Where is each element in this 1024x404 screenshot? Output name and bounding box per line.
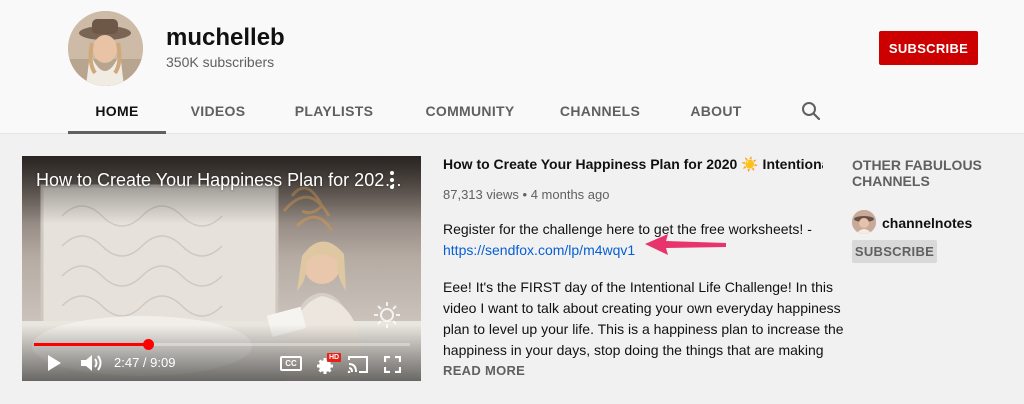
- description-line: video I want to talk about creating your…: [443, 300, 841, 316]
- time-display: 2:47 / 9:09: [114, 355, 176, 370]
- channel-header: muchelleb 350K subscribers SUBSCRIBE HOM…: [0, 0, 1024, 134]
- upload-age: 4 months ago: [530, 187, 610, 202]
- description-line: Eee! It's the FIRST day of the Intention…: [443, 279, 833, 295]
- captions-icon[interactable]: CC: [280, 356, 302, 371]
- description-link-line: https://sendfox.com/lp/m4wqv1: [443, 240, 635, 261]
- featured-channel-name[interactable]: channelnotes: [882, 215, 972, 231]
- tab-playlists[interactable]: PLAYLISTS: [292, 88, 376, 134]
- view-count: 87,313 views: [443, 187, 519, 202]
- tab-community[interactable]: COMMUNITY: [420, 88, 520, 134]
- video-title[interactable]: How to Create Your Happiness Plan for 20…: [443, 156, 823, 173]
- progress-fill: [34, 343, 148, 346]
- description-line: happiness in your days, stop doing the t…: [443, 342, 824, 358]
- progress-bar[interactable]: [34, 339, 410, 350]
- channelnotes-avatar[interactable]: [852, 210, 876, 234]
- tab-channels[interactable]: CHANNELS: [558, 88, 642, 134]
- tab-about[interactable]: ABOUT: [686, 88, 746, 134]
- description-line: plan to level up your life. This is a ha…: [443, 321, 844, 337]
- stats-separator: •: [522, 187, 528, 202]
- cast-icon[interactable]: [347, 356, 369, 373]
- volume-icon[interactable]: [80, 354, 104, 372]
- player-title: How to Create Your Happiness Plan for 20…: [36, 170, 403, 190]
- subscribe-button[interactable]: SUBSCRIBE: [879, 31, 978, 65]
- featured-subscribe-button[interactable]: SUBSCRIBE: [852, 240, 937, 263]
- video-player[interactable]: How to Create Your Happiness Plan for 20…: [22, 156, 421, 381]
- tab-home[interactable]: HOME: [68, 88, 166, 134]
- description-line: Register for the challenge here to get t…: [443, 221, 812, 237]
- video-stats: 87,313 views • 4 months ago: [443, 187, 609, 202]
- scrubber-handle[interactable]: [143, 339, 154, 350]
- worksheet-link[interactable]: https://sendfox.com/lp/m4wqv1: [443, 242, 635, 258]
- play-icon[interactable]: [46, 354, 62, 372]
- subscriber-count: 350K subscribers: [166, 54, 275, 70]
- tab-videos[interactable]: VIDEOS: [184, 88, 252, 134]
- hd-badge: HD: [327, 353, 341, 362]
- brightness-icon: [374, 302, 400, 328]
- fullscreen-icon[interactable]: [384, 356, 401, 373]
- annotation-arrow-icon: [645, 234, 726, 255]
- channel-avatar[interactable]: [68, 11, 143, 86]
- featured-channels-heading: OTHER FABULOUS CHANNELS: [852, 157, 982, 189]
- search-icon[interactable]: [799, 99, 823, 123]
- more-options-icon[interactable]: [387, 170, 397, 190]
- channel-name: muchelleb: [166, 24, 285, 51]
- read-more-button[interactable]: READ MORE: [443, 363, 525, 378]
